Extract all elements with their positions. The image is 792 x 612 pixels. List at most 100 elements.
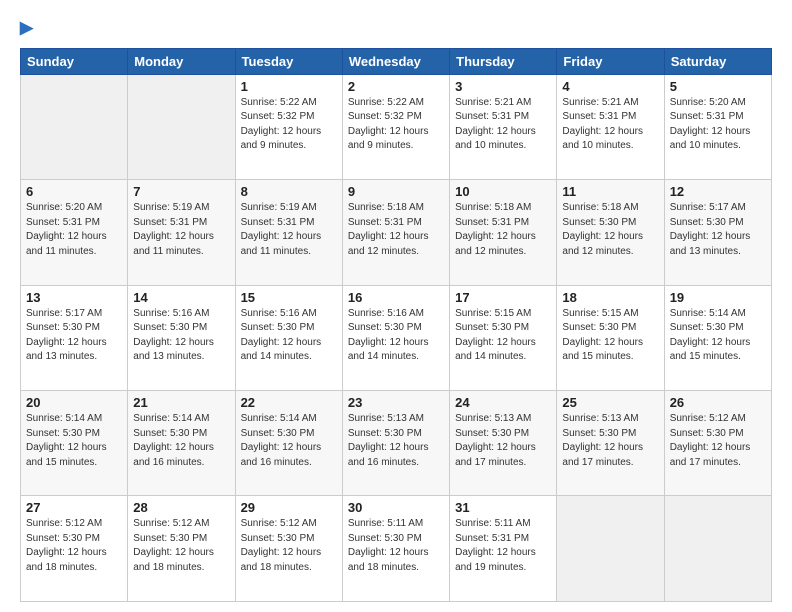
calendar-cell: 29 Sunrise: 5:12 AMSunset: 5:30 PMDayligh… bbox=[235, 496, 342, 602]
calendar-cell: 16 Sunrise: 5:16 AMSunset: 5:30 PMDayligh… bbox=[342, 285, 449, 390]
calendar-header-thursday: Thursday bbox=[450, 48, 557, 74]
day-number: 15 bbox=[241, 290, 337, 305]
calendar-cell: 3 Sunrise: 5:21 AMSunset: 5:31 PMDaylight… bbox=[450, 74, 557, 179]
day-number: 18 bbox=[562, 290, 658, 305]
day-info: Sunrise: 5:15 AMSunset: 5:30 PMDaylight:… bbox=[562, 307, 658, 365]
day-info: Sunrise: 5:16 AMSunset: 5:30 PMDaylight:… bbox=[133, 307, 229, 365]
day-info: Sunrise: 5:14 AMSunset: 5:30 PMDaylight:… bbox=[241, 412, 337, 470]
day-number: 24 bbox=[455, 395, 551, 410]
calendar-cell bbox=[21, 74, 128, 179]
day-info: Sunrise: 5:19 AMSunset: 5:31 PMDaylight:… bbox=[133, 201, 229, 259]
day-number: 17 bbox=[455, 290, 551, 305]
calendar-cell: 14 Sunrise: 5:16 AMSunset: 5:30 PMDayligh… bbox=[128, 285, 235, 390]
day-info: Sunrise: 5:18 AMSunset: 5:31 PMDaylight:… bbox=[348, 201, 444, 259]
day-number: 21 bbox=[133, 395, 229, 410]
day-number: 14 bbox=[133, 290, 229, 305]
day-info: Sunrise: 5:17 AMSunset: 5:30 PMDaylight:… bbox=[26, 307, 122, 365]
day-info: Sunrise: 5:20 AMSunset: 5:31 PMDaylight:… bbox=[26, 201, 122, 259]
day-number: 3 bbox=[455, 79, 551, 94]
day-number: 5 bbox=[670, 79, 766, 94]
calendar-header-sunday: Sunday bbox=[21, 48, 128, 74]
calendar-cell: 21 Sunrise: 5:14 AMSunset: 5:30 PMDayligh… bbox=[128, 391, 235, 496]
day-number: 10 bbox=[455, 184, 551, 199]
header: ▶ bbox=[20, 18, 772, 38]
day-info: Sunrise: 5:21 AMSunset: 5:31 PMDaylight:… bbox=[455, 96, 551, 154]
calendar-cell: 8 Sunrise: 5:19 AMSunset: 5:31 PMDaylight… bbox=[235, 180, 342, 285]
calendar-header-tuesday: Tuesday bbox=[235, 48, 342, 74]
day-info: Sunrise: 5:20 AMSunset: 5:31 PMDaylight:… bbox=[670, 96, 766, 154]
logo: ▶ bbox=[20, 18, 33, 38]
calendar-cell: 1 Sunrise: 5:22 AMSunset: 5:32 PMDaylight… bbox=[235, 74, 342, 179]
calendar-table: SundayMondayTuesdayWednesdayThursdayFrid… bbox=[20, 48, 772, 602]
calendar-week-1: 6 Sunrise: 5:20 AMSunset: 5:31 PMDaylight… bbox=[21, 180, 772, 285]
calendar-week-0: 1 Sunrise: 5:22 AMSunset: 5:32 PMDaylight… bbox=[21, 74, 772, 179]
calendar-cell: 19 Sunrise: 5:14 AMSunset: 5:30 PMDayligh… bbox=[664, 285, 771, 390]
calendar-cell: 5 Sunrise: 5:20 AMSunset: 5:31 PMDaylight… bbox=[664, 74, 771, 179]
day-info: Sunrise: 5:11 AMSunset: 5:31 PMDaylight:… bbox=[455, 517, 551, 575]
day-number: 25 bbox=[562, 395, 658, 410]
day-number: 7 bbox=[133, 184, 229, 199]
calendar-week-4: 27Sunrise: 5:12 AMSunset: 5:30 PMDayligh… bbox=[21, 496, 772, 602]
calendar-week-2: 13 Sunrise: 5:17 AMSunset: 5:30 PMDayligh… bbox=[21, 285, 772, 390]
calendar-header-row: SundayMondayTuesdayWednesdayThursdayFrid… bbox=[21, 48, 772, 74]
day-info: Sunrise: 5:14 AMSunset: 5:30 PMDaylight:… bbox=[670, 307, 766, 365]
calendar-cell: 12 Sunrise: 5:17 AMSunset: 5:30 PMDayligh… bbox=[664, 180, 771, 285]
calendar-cell bbox=[128, 74, 235, 179]
day-number: 23 bbox=[348, 395, 444, 410]
calendar-cell bbox=[664, 496, 771, 602]
day-info: Sunrise: 5:22 AMSunset: 5:32 PMDaylight:… bbox=[241, 96, 337, 154]
day-info: Sunrise: 5:19 AMSunset: 5:31 PMDaylight:… bbox=[241, 201, 337, 259]
day-info: Sunrise: 5:21 AMSunset: 5:31 PMDaylight:… bbox=[562, 96, 658, 154]
calendar-cell: 11 Sunrise: 5:18 AMSunset: 5:30 PMDayligh… bbox=[557, 180, 664, 285]
day-info: Sunrise: 5:18 AMSunset: 5:31 PMDaylight:… bbox=[455, 201, 551, 259]
calendar-cell: 13 Sunrise: 5:17 AMSunset: 5:30 PMDayligh… bbox=[21, 285, 128, 390]
calendar-cell: 18 Sunrise: 5:15 AMSunset: 5:30 PMDayligh… bbox=[557, 285, 664, 390]
day-number: 1 bbox=[241, 79, 337, 94]
calendar-cell: 25Sunrise: 5:13 AMSunset: 5:30 PMDayligh… bbox=[557, 391, 664, 496]
day-number: 16 bbox=[348, 290, 444, 305]
day-number: 6 bbox=[26, 184, 122, 199]
day-number: 30 bbox=[348, 500, 444, 515]
calendar-header-monday: Monday bbox=[128, 48, 235, 74]
day-info: Sunrise: 5:12 AMSunset: 5:30 PMDaylight:… bbox=[241, 517, 337, 575]
calendar-cell: 23 Sunrise: 5:13 AMSunset: 5:30 PMDayligh… bbox=[342, 391, 449, 496]
day-info: Sunrise: 5:13 AMSunset: 5:30 PMDaylight:… bbox=[455, 412, 551, 470]
day-number: 13 bbox=[26, 290, 122, 305]
day-info: Sunrise: 5:22 AMSunset: 5:32 PMDaylight:… bbox=[348, 96, 444, 154]
calendar-cell: 7 Sunrise: 5:19 AMSunset: 5:31 PMDaylight… bbox=[128, 180, 235, 285]
day-info: Sunrise: 5:17 AMSunset: 5:30 PMDaylight:… bbox=[670, 201, 766, 259]
calendar-cell: 31 Sunrise: 5:11 AMSunset: 5:31 PMDayligh… bbox=[450, 496, 557, 602]
calendar-cell: 10 Sunrise: 5:18 AMSunset: 5:31 PMDayligh… bbox=[450, 180, 557, 285]
day-number: 2 bbox=[348, 79, 444, 94]
day-number: 11 bbox=[562, 184, 658, 199]
calendar-cell: 15 Sunrise: 5:16 AMSunset: 5:30 PMDayligh… bbox=[235, 285, 342, 390]
page: ▶ SundayMondayTuesdayWednesdayThursdayFr… bbox=[0, 0, 792, 612]
calendar-week-3: 20 Sunrise: 5:14 AMSunset: 5:30 PMDayligh… bbox=[21, 391, 772, 496]
day-number: 22 bbox=[241, 395, 337, 410]
day-info: Sunrise: 5:16 AMSunset: 5:30 PMDaylight:… bbox=[241, 307, 337, 365]
day-number: 20 bbox=[26, 395, 122, 410]
day-info: Sunrise: 5:16 AMSunset: 5:30 PMDaylight:… bbox=[348, 307, 444, 365]
day-info: Sunrise: 5:14 AMSunset: 5:30 PMDaylight:… bbox=[133, 412, 229, 470]
day-number: 4 bbox=[562, 79, 658, 94]
calendar-header-wednesday: Wednesday bbox=[342, 48, 449, 74]
calendar-header-saturday: Saturday bbox=[664, 48, 771, 74]
calendar-cell: 30Sunrise: 5:11 AMSunset: 5:30 PMDayligh… bbox=[342, 496, 449, 602]
calendar-cell bbox=[557, 496, 664, 602]
day-number: 29 bbox=[241, 500, 337, 515]
day-number: 8 bbox=[241, 184, 337, 199]
calendar-cell: 22 Sunrise: 5:14 AMSunset: 5:30 PMDayligh… bbox=[235, 391, 342, 496]
calendar-header-friday: Friday bbox=[557, 48, 664, 74]
day-info: Sunrise: 5:12 AMSunset: 5:30 PMDaylight:… bbox=[670, 412, 766, 470]
day-info: Sunrise: 5:18 AMSunset: 5:30 PMDaylight:… bbox=[562, 201, 658, 259]
calendar-cell: 9Sunrise: 5:18 AMSunset: 5:31 PMDaylight… bbox=[342, 180, 449, 285]
day-info: Sunrise: 5:13 AMSunset: 5:30 PMDaylight:… bbox=[348, 412, 444, 470]
calendar-cell: 26Sunrise: 5:12 AMSunset: 5:30 PMDayligh… bbox=[664, 391, 771, 496]
logo-text: ▶ bbox=[20, 18, 33, 38]
day-number: 12 bbox=[670, 184, 766, 199]
calendar-cell: 27Sunrise: 5:12 AMSunset: 5:30 PMDayligh… bbox=[21, 496, 128, 602]
day-info: Sunrise: 5:12 AMSunset: 5:30 PMDaylight:… bbox=[133, 517, 229, 575]
day-number: 31 bbox=[455, 500, 551, 515]
calendar-cell: 6 Sunrise: 5:20 AMSunset: 5:31 PMDaylight… bbox=[21, 180, 128, 285]
day-number: 19 bbox=[670, 290, 766, 305]
